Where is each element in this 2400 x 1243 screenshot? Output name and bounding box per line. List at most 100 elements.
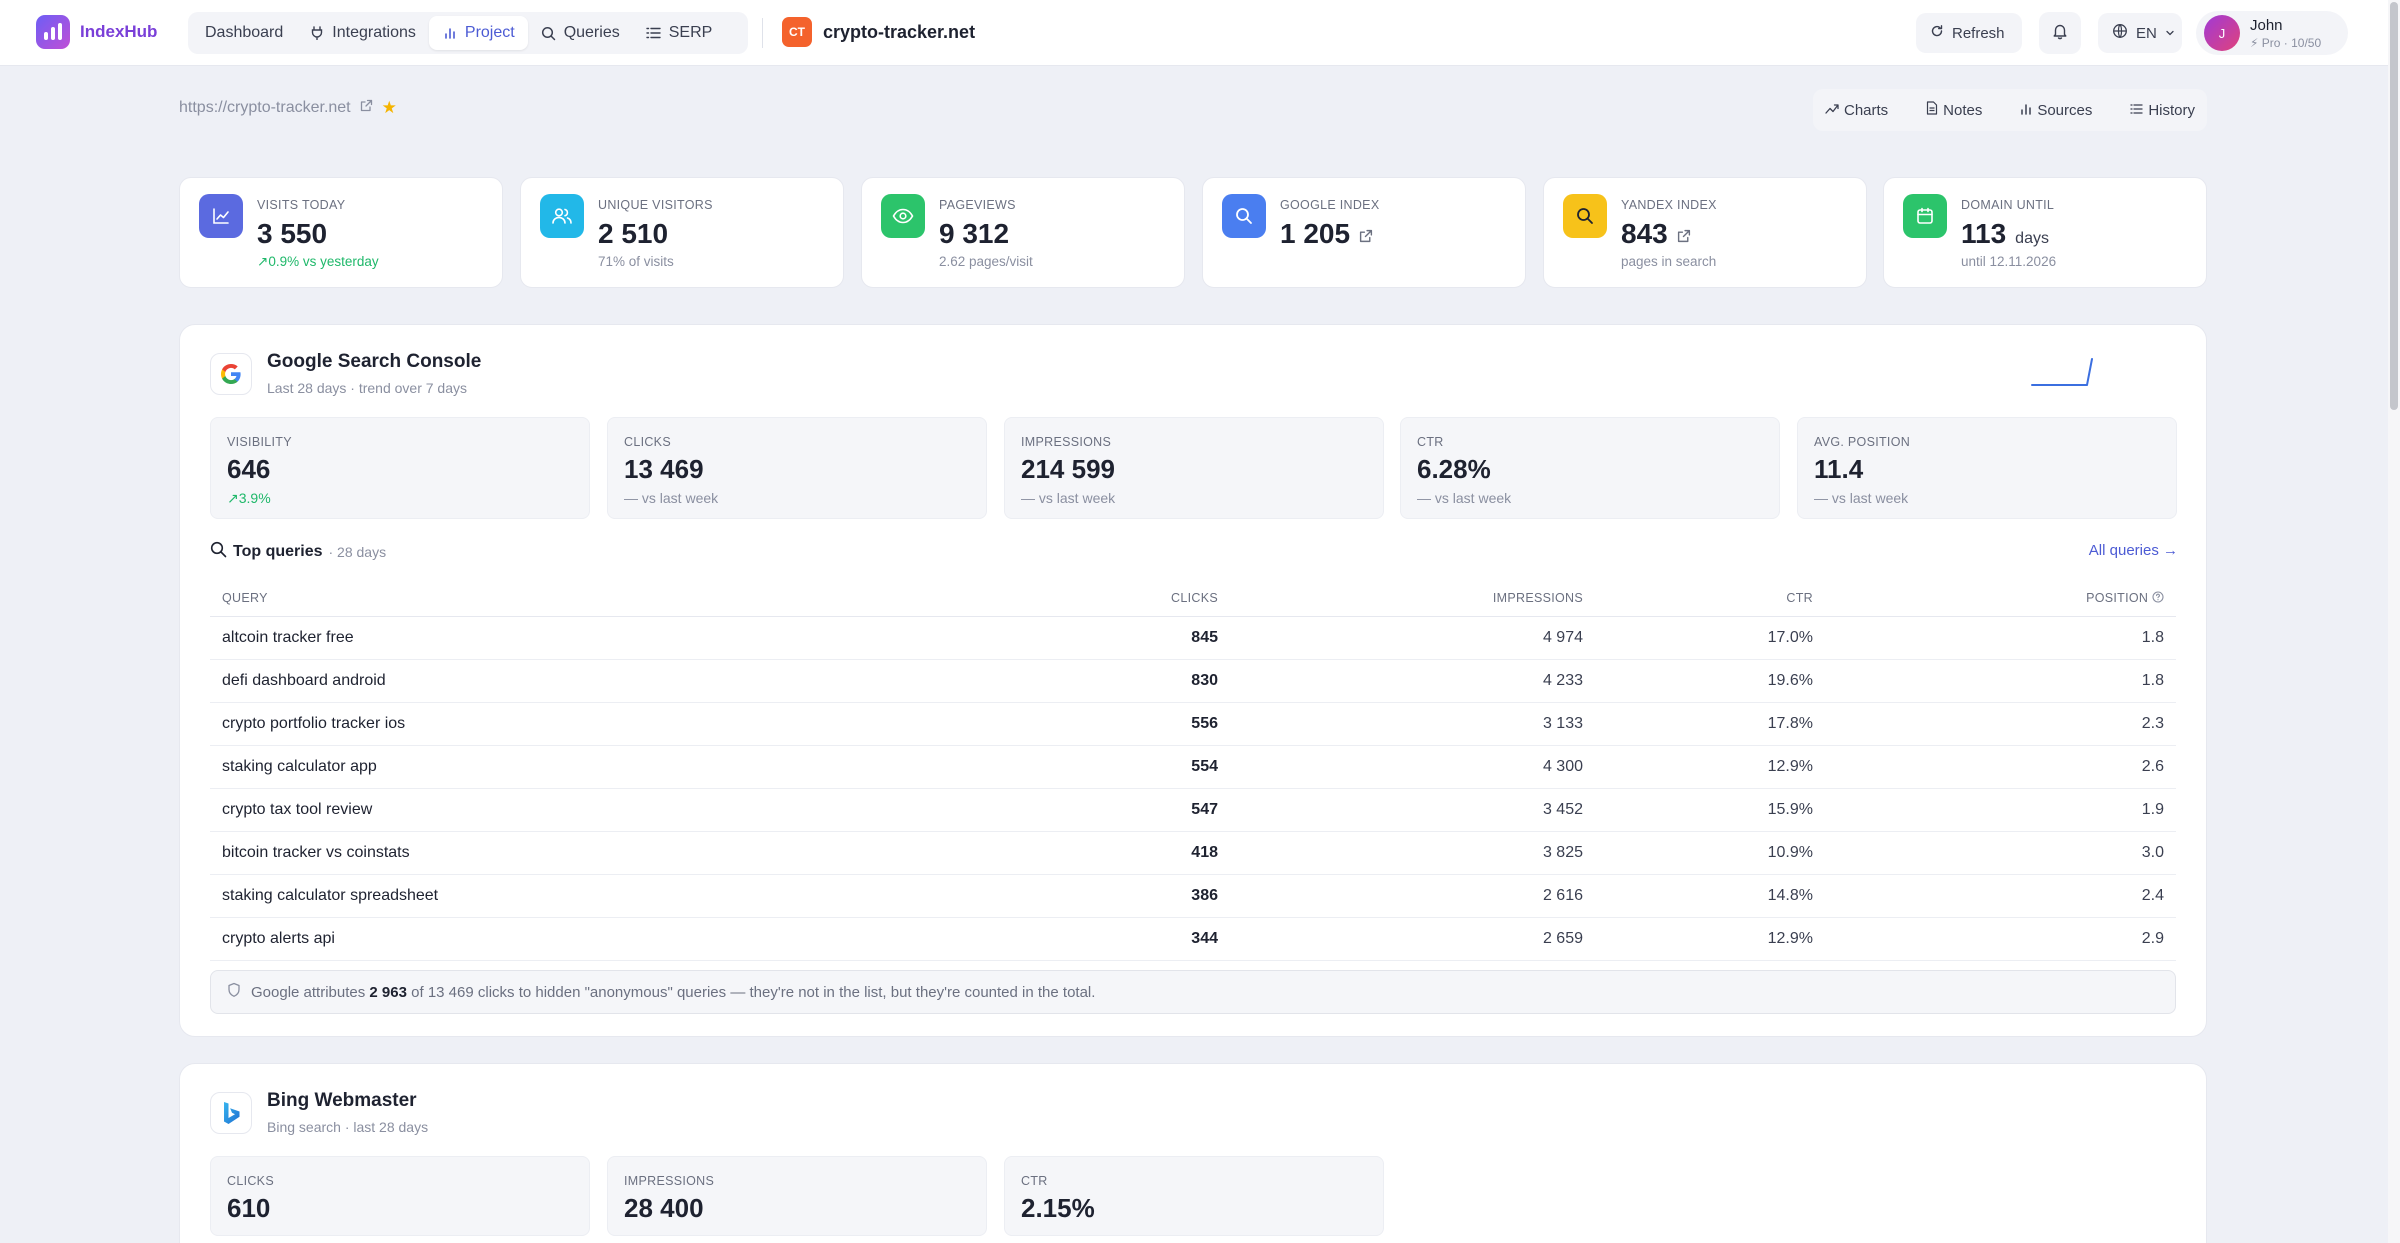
app-logo[interactable]: IndexHub	[36, 15, 157, 49]
tool-history[interactable]: History	[2130, 102, 2195, 119]
clicks-cell: 344	[930, 917, 1230, 961]
position-cell: 1.9	[1825, 788, 2176, 832]
nav-project[interactable]: Project	[428, 16, 528, 50]
query-cell[interactable]: defi dashboard android	[210, 659, 930, 703]
user-menu[interactable]: J John ⚡ Pro · 10/50	[2196, 11, 2348, 55]
search-icon	[541, 25, 557, 41]
bing-metric-impressions: IMPRESSIONS 28 400	[607, 1156, 987, 1236]
metric-value: 6.28%	[1417, 454, 1491, 484]
nav-dashboard[interactable]: Dashboard	[192, 16, 296, 50]
query-cell[interactable]: altcoin tracker free	[210, 616, 930, 660]
bolt-icon: ⚡	[2250, 35, 2259, 50]
col-position[interactable]: POSITION	[1825, 581, 2176, 617]
stat-label: VISITS TODAY	[257, 198, 346, 212]
project-selector[interactable]: CT crypto-tracker.net	[782, 17, 975, 47]
top-queries-heading: Top queries · 28 days	[210, 541, 386, 563]
stat-sub: until 12.11.2026	[1961, 254, 2057, 269]
table-row[interactable]: crypto tax tool review 547 3 452 15.9% 1…	[210, 788, 2176, 832]
query-cell[interactable]: crypto tax tool review	[210, 788, 930, 832]
metric-impressions: IMPRESSIONS 214 599 — vs last week	[1004, 417, 1384, 519]
external-link-icon[interactable]	[360, 99, 373, 117]
metric-label: IMPRESSIONS	[1021, 435, 1112, 449]
metric-visibility: VISIBILITY 646 ↗3.9%	[210, 417, 590, 519]
query-cell[interactable]: bitcoin tracker vs coinstats	[210, 831, 930, 875]
external-link-icon[interactable]	[1359, 229, 1373, 246]
table-row[interactable]: altcoin tracker free 845 4 974 17.0% 1.8	[210, 616, 2176, 660]
note-prefix: Google attributes	[251, 983, 366, 1001]
stat-sub: 2.62 pages/visit	[939, 254, 1033, 269]
table-row[interactable]: staking calculator spreadsheet 386 2 616…	[210, 874, 2176, 918]
logo-icon	[36, 15, 70, 49]
metric-label: AVG. POSITION	[1814, 435, 1911, 449]
notifications-button[interactable]	[2039, 12, 2081, 54]
ctr-cell: 10.9%	[1595, 831, 1825, 875]
scroll-thumb[interactable]	[2390, 2, 2398, 410]
header-divider	[762, 18, 763, 48]
bell-icon	[2051, 22, 2069, 44]
note-text: Google attributes 2 963 of 13 469 clicks…	[251, 984, 1095, 1001]
page-scrollbar[interactable]	[2388, 0, 2400, 1243]
help-icon[interactable]	[2152, 591, 2164, 605]
stat-label: DOMAIN UNTIL	[1961, 198, 2055, 212]
bar-chart-icon	[442, 25, 458, 41]
clicks-cell: 845	[930, 616, 1230, 660]
table-row[interactable]: defi dashboard android 830 4 233 19.6% 1…	[210, 659, 2176, 703]
project-url-row: https://crypto-tracker.net ★	[179, 98, 397, 118]
metric-avg-position: AVG. POSITION 11.4 — vs last week	[1797, 417, 2177, 519]
stat-card-unique-visitors: UNIQUE VISITORS 2 510 71% of visits	[520, 177, 844, 288]
plug-icon	[309, 25, 325, 41]
impressions-cell: 3 133	[1230, 702, 1595, 746]
table-header-row: QUERY CLICKS IMPRESSIONS CTR POSITION	[210, 581, 2176, 617]
ctr-cell: 14.8%	[1595, 874, 1825, 918]
favorite-star-icon[interactable]: ★	[382, 98, 397, 118]
query-cell[interactable]: staking calculator app	[210, 745, 930, 789]
bing-metric-ctr: CTR 2.15%	[1004, 1156, 1384, 1236]
col-impressions[interactable]: IMPRESSIONS	[1230, 581, 1595, 617]
external-link-icon[interactable]	[1677, 229, 1691, 246]
nav-serp[interactable]: SERP	[633, 16, 726, 50]
metric-label: IMPRESSIONS	[624, 1174, 715, 1188]
query-cell[interactable]: crypto alerts api	[210, 917, 930, 961]
query-cell[interactable]: staking calculator spreadsheet	[210, 874, 930, 918]
col-query[interactable]: QUERY	[210, 581, 930, 617]
stat-card-google-index: GOOGLE INDEX 1 205	[1202, 177, 1526, 288]
position-cell: 1.8	[1825, 616, 2176, 660]
refresh-button[interactable]: Refresh	[1916, 13, 2022, 53]
tool-notes-label: Notes	[1943, 101, 1983, 119]
stat-label: GOOGLE INDEX	[1280, 198, 1380, 212]
metric-value: 2.15%	[1021, 1193, 1095, 1223]
clicks-cell: 418	[930, 831, 1230, 875]
impressions-cell: 2 659	[1230, 917, 1595, 961]
top-queries-title: Top queries	[233, 543, 323, 560]
stat-label: UNIQUE VISITORS	[598, 198, 713, 212]
nav-integrations[interactable]: Integrations	[296, 16, 429, 50]
bing-icon	[210, 1092, 252, 1134]
tool-charts[interactable]: Charts	[1825, 102, 1888, 119]
user-name: John	[2250, 16, 2283, 34]
col-ctr[interactable]: CTR	[1595, 581, 1825, 617]
query-cell[interactable]: crypto portfolio tracker ios	[210, 702, 930, 746]
nav-dashboard-label: Dashboard	[205, 24, 284, 41]
table-row[interactable]: bitcoin tracker vs coinstats 418 3 825 1…	[210, 831, 2176, 875]
bing-subtitle: Bing search · last 28 days	[267, 1119, 429, 1135]
impressions-cell: 4 233	[1230, 659, 1595, 703]
calendar-icon	[1903, 194, 1947, 238]
tool-sources[interactable]: Sources	[2020, 102, 2092, 119]
nav-queries[interactable]: Queries	[528, 16, 633, 50]
project-url[interactable]: https://crypto-tracker.net	[179, 99, 351, 117]
tool-notes[interactable]: Notes	[1926, 101, 1982, 119]
metric-clicks: CLICKS 13 469 — vs last week	[607, 417, 987, 519]
language-select[interactable]: EN	[2098, 13, 2182, 53]
all-queries-link[interactable]: All queries →	[2089, 542, 2178, 559]
top-queries-period: · 28 days	[328, 544, 387, 560]
table-row[interactable]: staking calculator app 554 4 300 12.9% 2…	[210, 745, 2176, 789]
col-clicks[interactable]: CLICKS	[930, 581, 1230, 617]
metric-value: 11.4	[1814, 454, 1864, 484]
tool-history-label: History	[2148, 101, 2195, 119]
refresh-icon	[1930, 24, 1944, 42]
project-badge: CT	[782, 17, 812, 47]
table-row[interactable]: crypto alerts api 344 2 659 12.9% 2.9	[210, 917, 2176, 961]
table-row[interactable]: crypto portfolio tracker ios 556 3 133 1…	[210, 702, 2176, 746]
ctr-cell: 19.6%	[1595, 659, 1825, 703]
tool-sources-label: Sources	[2037, 101, 2093, 119]
